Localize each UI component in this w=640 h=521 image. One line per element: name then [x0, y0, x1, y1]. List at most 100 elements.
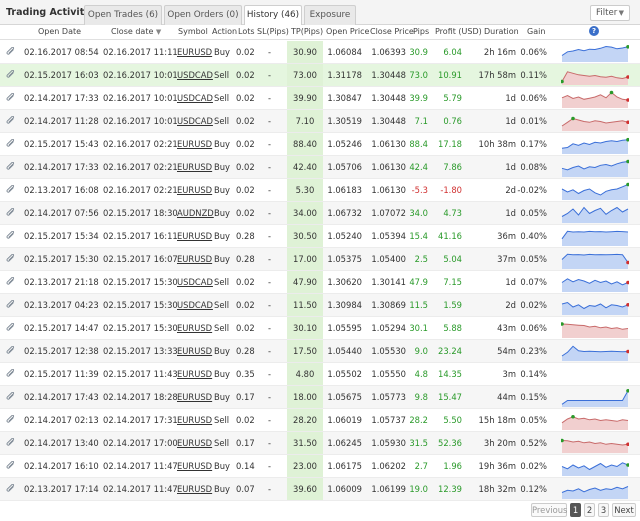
- cell-duration: 10h 38m: [478, 139, 516, 149]
- table-row[interactable]: 02.14.2017 07:56 02.15.2017 18:30 AUDNZD Bu…: [0, 202, 640, 225]
- col-sl[interactable]: SL(Pips): [257, 27, 289, 36]
- col-tp[interactable]: TP(Pips): [291, 27, 323, 36]
- cell-symbol[interactable]: EURUSD: [177, 225, 212, 247]
- cell-symbol[interactable]: USDCAD: [177, 87, 213, 109]
- paperclip-icon[interactable]: [0, 87, 22, 109]
- table-row[interactable]: 02.15.2017 12:38 02.15.2017 13:33 EURUSD Bu…: [0, 340, 640, 363]
- cell-symbol[interactable]: EURUSD: [177, 41, 212, 63]
- table-row[interactable]: 02.15.2017 15:34 02.15.2017 16:11 EURUSD Bu…: [0, 225, 640, 248]
- next-page-button[interactable]: Next: [612, 503, 636, 517]
- cell-symbol[interactable]: EURUSD: [177, 432, 212, 454]
- table-row[interactable]: 02.14.2017 02:13 02.14.2017 17:31 EURUSD Se…: [0, 409, 640, 432]
- paperclip-icon[interactable]: [0, 294, 22, 316]
- table-row[interactable]: 02.14.2017 17:43 02.14.2017 18:28 EURUSD Bu…: [0, 386, 640, 409]
- col-duration[interactable]: Duration: [484, 27, 519, 36]
- table-row[interactable]: 02.14.2017 11:28 02.16.2017 10:01 USDCAD Se…: [0, 110, 640, 133]
- cell-close-price: 1.06393: [371, 47, 406, 57]
- paperclip-icon[interactable]: [0, 41, 22, 63]
- paperclip-icon[interactable]: [0, 225, 22, 247]
- tab-history[interactable]: History (46): [244, 5, 302, 26]
- paperclip-icon[interactable]: [0, 202, 22, 224]
- page-1-button[interactable]: 1: [570, 503, 581, 517]
- paperclip-icon[interactable]: [0, 409, 22, 431]
- paperclip-icon[interactable]: [0, 271, 22, 293]
- table-row[interactable]: 02.16.2017 08:54 02.16.2017 11:11 EURUSD Bu…: [0, 41, 640, 64]
- cell-symbol[interactable]: EURUSD: [177, 156, 212, 178]
- table-row[interactable]: 02.15.2017 14:47 02.15.2017 15:30 EURUSD Se…: [0, 317, 640, 340]
- table-row[interactable]: 02.15.2017 15:30 02.15.2017 16:07 EURUSD Bu…: [0, 248, 640, 271]
- table-row[interactable]: 02.14.2017 13:40 02.14.2017 17:00 EURUSD Se…: [0, 432, 640, 455]
- previous-page-button[interactable]: Previous: [531, 503, 567, 517]
- cell-tp: 7.10: [287, 110, 323, 132]
- paperclip-icon[interactable]: [0, 363, 22, 385]
- cell-action: Sell: [214, 300, 230, 310]
- table-row[interactable]: 02.13.2017 16:08 02.16.2017 02:21 EURUSD Bu…: [0, 179, 640, 202]
- col-pips[interactable]: Pips: [413, 27, 429, 36]
- cell-symbol[interactable]: EURUSD: [177, 248, 212, 270]
- cell-pips: 88.4: [409, 139, 428, 149]
- paperclip-icon[interactable]: [0, 179, 22, 201]
- paperclip-icon[interactable]: [0, 455, 22, 477]
- cell-pips: 11.5: [409, 300, 428, 310]
- paperclip-icon[interactable]: [0, 478, 22, 500]
- cell-symbol[interactable]: USDCAD: [177, 110, 213, 132]
- cell-duration: 37m: [497, 254, 516, 264]
- cell-symbol[interactable]: EURUSD: [177, 340, 212, 362]
- cell-symbol[interactable]: USDCAD: [177, 64, 213, 86]
- cell-close-price: 1.05737: [371, 415, 406, 425]
- col-open-price[interactable]: Open Price: [326, 27, 369, 36]
- paperclip-icon[interactable]: [0, 386, 22, 408]
- col-close-price[interactable]: Close Price: [370, 27, 414, 36]
- paperclip-icon[interactable]: [0, 156, 22, 178]
- tab-open-trades[interactable]: Open Trades (6): [84, 5, 162, 25]
- help-icon[interactable]: ?: [589, 26, 599, 36]
- cell-symbol[interactable]: USDCAD: [177, 294, 213, 316]
- col-profit[interactable]: Profit (USD): [435, 27, 482, 36]
- cell-open-price: 1.05595: [327, 323, 362, 333]
- col-lots[interactable]: Lots: [238, 27, 255, 36]
- cell-symbol[interactable]: EURUSD: [177, 363, 212, 385]
- paperclip-icon[interactable]: [0, 133, 22, 155]
- cell-symbol[interactable]: EURUSD: [177, 317, 212, 339]
- col-gain[interactable]: Gain: [527, 27, 545, 36]
- cell-symbol[interactable]: EURUSD: [177, 409, 212, 431]
- cell-action: Buy: [214, 185, 231, 195]
- paperclip-icon[interactable]: [0, 248, 22, 270]
- cell-duration: 15h 18m: [478, 415, 516, 425]
- cell-symbol[interactable]: USDCAD: [177, 271, 213, 293]
- filter-dropdown[interactable]: Filter ▼: [590, 5, 630, 21]
- col-close-date[interactable]: Close date ▼: [111, 27, 161, 36]
- table-row[interactable]: 02.15.2017 15:43 02.16.2017 02:21 EURUSD Bu…: [0, 133, 640, 156]
- paperclip-icon[interactable]: [0, 110, 22, 132]
- gain-sparkline: [561, 230, 629, 246]
- cell-action: Sell: [214, 70, 230, 80]
- cell-symbol[interactable]: EURUSD: [177, 133, 212, 155]
- table-row[interactable]: 02.15.2017 11:39 02.15.2017 11:43 EURUSD Bu…: [0, 363, 640, 386]
- col-symbol[interactable]: Symbol: [178, 27, 208, 36]
- paperclip-icon[interactable]: [0, 317, 22, 339]
- tab-exposure[interactable]: Exposure: [304, 5, 356, 25]
- cell-symbol[interactable]: EURUSD: [177, 478, 212, 500]
- table-row[interactable]: 02.14.2017 17:33 02.16.2017 10:01 USDCAD Se…: [0, 87, 640, 110]
- cell-symbol[interactable]: AUDNZD: [177, 202, 214, 224]
- paperclip-icon[interactable]: [0, 432, 22, 454]
- table-row[interactable]: 02.14.2017 17:33 02.16.2017 02:21 EURUSD Bu…: [0, 156, 640, 179]
- col-action[interactable]: Action: [212, 27, 237, 36]
- page-3-button[interactable]: 3: [598, 503, 609, 517]
- paperclip-icon[interactable]: [0, 64, 22, 86]
- cell-symbol[interactable]: EURUSD: [177, 179, 212, 201]
- cell-close-date: 02.15.2017 13:33: [103, 346, 178, 356]
- tab-open-orders[interactable]: Open Orders (0): [164, 5, 242, 25]
- cell-sl: -: [268, 392, 272, 402]
- table-row[interactable]: 02.13.2017 17:14 02.14.2017 11:47 EURUSD Bu…: [0, 478, 640, 501]
- table-row[interactable]: 02.13.2017 04:23 02.15.2017 15:30 USDCAD Se…: [0, 294, 640, 317]
- cell-gain: 0.17%: [520, 139, 547, 149]
- table-row[interactable]: 02.13.2017 21:18 02.15.2017 15:30 USDCAD Se…: [0, 271, 640, 294]
- cell-symbol[interactable]: EURUSD: [177, 455, 212, 477]
- table-row[interactable]: 02.14.2017 16:10 02.14.2017 11:47 EURUSD Bu…: [0, 455, 640, 478]
- table-row[interactable]: 02.15.2017 16:03 02.16.2017 10:01 USDCAD Se…: [0, 64, 640, 87]
- paperclip-icon[interactable]: [0, 340, 22, 362]
- col-open-date[interactable]: Open Date: [38, 27, 81, 36]
- page-2-button[interactable]: 2: [584, 503, 595, 517]
- cell-symbol[interactable]: EURUSD: [177, 386, 212, 408]
